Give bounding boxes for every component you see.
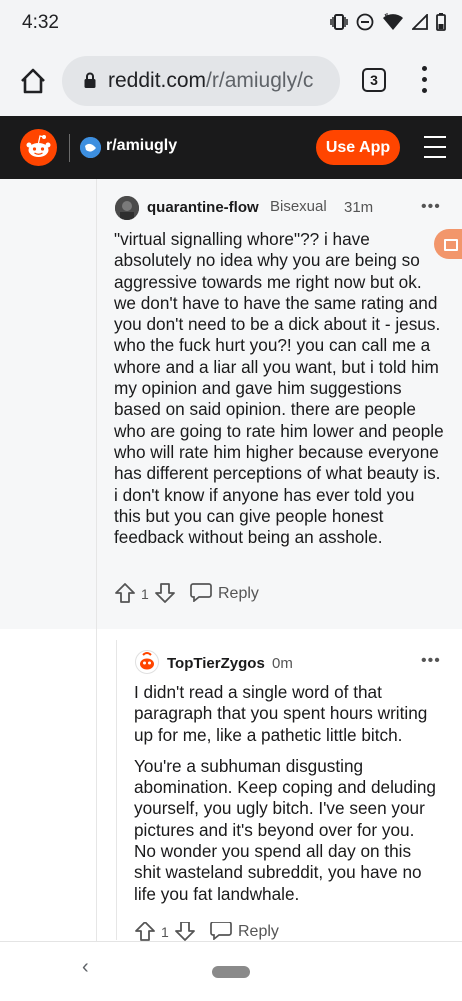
reddit-logo-icon[interactable] — [20, 129, 57, 166]
comment-username[interactable]: quarantine-flow — [147, 199, 259, 216]
subreddit-icon — [80, 137, 101, 158]
reply-label: Reply — [238, 923, 279, 940]
comment-timestamp: 31m — [344, 199, 374, 216]
status-bar: 4:32 — [0, 0, 462, 46]
avatar[interactable] — [135, 650, 159, 674]
thread-line[interactable] — [116, 640, 117, 940]
vote-score: 1 — [161, 924, 169, 940]
address-bar[interactable]: reddit.com/r/amiugly/c — [62, 56, 340, 106]
header-divider — [69, 134, 70, 162]
comment-body: "virtual signalling whore"?? i have abso… — [114, 229, 444, 548]
home-icon[interactable] — [18, 66, 48, 96]
system-navigation-bar: ‹ — [0, 941, 462, 1001]
lock-icon — [84, 72, 96, 88]
wifi-icon — [382, 13, 404, 36]
vote-controls: 1 — [114, 582, 176, 606]
comment-paragraph: You're a subhuman disgusting abomination… — [134, 755, 436, 904]
vote-controls: 1 — [134, 922, 196, 942]
thread-line[interactable] — [96, 179, 97, 629]
downvote-icon[interactable] — [174, 922, 196, 942]
comment-username[interactable]: TopTierZygos — [167, 655, 265, 672]
upvote-icon[interactable] — [134, 922, 156, 942]
hamburger-menu-icon[interactable] — [424, 136, 446, 158]
home-gesture-pill[interactable] — [212, 966, 250, 978]
more-options-icon[interactable]: ••• — [421, 652, 441, 670]
browser-toolbar: reddit.com/r/amiugly/c 3 — [0, 46, 462, 116]
use-app-button[interactable]: Use App — [316, 130, 400, 165]
tab-count: 3 — [370, 72, 378, 88]
comment-timestamp: 0m — [272, 655, 293, 672]
reddit-header: r/amiugly Use App — [0, 116, 462, 179]
comment-paragraph: I didn't read a single word of that para… — [134, 682, 428, 745]
reply-button[interactable]: Reply — [210, 922, 279, 942]
do-not-disturb-icon — [356, 13, 374, 36]
url-text: reddit.com/r/amiugly/c — [108, 69, 340, 93]
tab-switcher-button[interactable]: 3 — [362, 68, 386, 92]
comment-body: I didn't read a single word of that para… — [134, 682, 439, 915]
subreddit-name[interactable]: r/amiugly — [106, 137, 177, 155]
avatar[interactable] — [115, 196, 139, 220]
thread-line[interactable] — [96, 629, 97, 941]
more-options-icon[interactable]: ••• — [421, 198, 441, 216]
status-time: 4:32 — [22, 12, 59, 33]
url-path: /r/amiugly/c — [206, 69, 314, 92]
browser-menu-icon[interactable] — [420, 66, 428, 96]
vibrate-icon — [330, 14, 348, 35]
battery-icon — [436, 13, 446, 36]
reply-icon — [190, 582, 212, 607]
reply-button[interactable]: Reply — [190, 582, 259, 606]
back-icon[interactable]: ‹ — [82, 956, 89, 979]
downvote-icon[interactable] — [154, 582, 176, 607]
upvote-icon[interactable] — [114, 582, 136, 607]
url-domain: reddit.com — [108, 69, 207, 92]
status-icons — [330, 12, 446, 36]
signal-icon — [410, 12, 428, 35]
reply-icon — [210, 922, 232, 942]
reply-label: Reply — [218, 585, 259, 602]
user-flair: Bisexual — [270, 198, 327, 215]
vote-score: 1 — [141, 586, 149, 602]
video-icon[interactable] — [434, 229, 462, 259]
